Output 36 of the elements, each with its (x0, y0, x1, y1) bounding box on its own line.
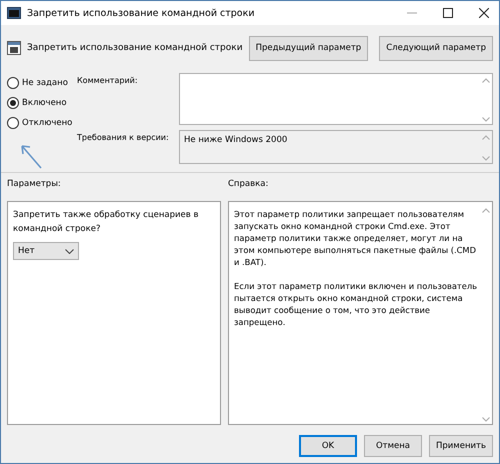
comment-label: Комментарий: (77, 75, 139, 87)
ok-button[interactable]: OK (299, 435, 357, 457)
help-label: Справка: (228, 179, 270, 191)
minimize-icon[interactable] (407, 12, 417, 14)
radio-label[interactable]: Не задано (22, 78, 68, 88)
scroll-down-icon[interactable] (482, 417, 490, 422)
radio-button[interactable] (7, 117, 19, 129)
dropdown[interactable]: Нет (13, 242, 79, 260)
radio-label[interactable]: Отключено (22, 118, 72, 128)
scroll-down-icon[interactable] (482, 156, 490, 161)
requirements-label: Требования к версии: (77, 132, 170, 144)
maximize-icon[interactable] (443, 8, 453, 18)
help-paragraph: Этот параметр политики запрещает пользователям запускать окно командной строки Cmd.exe. Этот параметр политики также определяет, могут ли на этом компьютере выполняться пакетные файлы (.CMD и .BAT). (234, 208, 477, 268)
radio-button[interactable] (7, 97, 19, 109)
options-label: Параметры: (7, 179, 62, 191)
console-icon (7, 7, 21, 19)
help-paragraph: Если этот параметр политики включен и пользователь пытается открыть окно командной строки, система выводит сообщение о том, что это действие запрещено. (234, 280, 478, 328)
scroll-down-icon[interactable] (482, 117, 490, 122)
policy-name: Запретить использование командной строки (27, 43, 243, 53)
radio-button[interactable] (7, 77, 19, 89)
policy-icon (7, 41, 21, 55)
option-question: Запретить также обработку сценариев в командной строке? (13, 209, 200, 236)
caret-icon (65, 248, 74, 254)
pointer-arrow-drawing (20, 143, 42, 169)
scroll-up-icon[interactable] (482, 208, 490, 213)
requirements-value: Не ниже Windows 2000 (184, 135, 288, 147)
window-title: Запретить использование командной строки (27, 8, 256, 18)
comment-field[interactable] (179, 73, 493, 125)
apply-button[interactable]: Применить (429, 435, 493, 457)
close-icon[interactable] (479, 8, 489, 18)
cancel-button[interactable]: Отмена (364, 435, 422, 457)
previous-setting-button[interactable]: Предыдущий параметр (248, 36, 368, 60)
next-setting-button[interactable]: Следующий параметр (379, 36, 493, 60)
radio-label[interactable]: Включено (22, 98, 67, 108)
scroll-up-icon[interactable] (482, 135, 490, 140)
scroll-up-icon[interactable] (482, 78, 490, 83)
